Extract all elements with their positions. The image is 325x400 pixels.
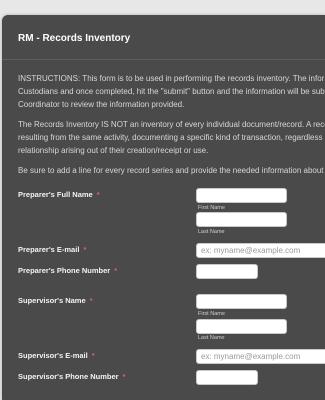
- supervisor-email-input[interactable]: [196, 349, 325, 364]
- instructions-line-1: INSTRUCTIONS: This form is to be used in…: [18, 74, 325, 83]
- preparer-name-label: Preparer's Full Name *: [18, 190, 100, 199]
- required-marker: *: [96, 190, 100, 199]
- definition-line-2: resulting from the same activity, docume…: [18, 133, 323, 142]
- definition-line-1: The Records Inventory IS NOT an inventor…: [18, 120, 325, 129]
- preparer-first-name-sublabel: First Name: [198, 205, 225, 211]
- required-marker: *: [91, 351, 95, 360]
- instructions-paragraph: INSTRUCTIONS: This form is to be used in…: [18, 72, 325, 111]
- reminder-paragraph: Be sure to add a line for every record s…: [18, 164, 324, 177]
- required-marker: *: [83, 245, 87, 254]
- supervisor-last-name-input[interactable]: [196, 319, 287, 334]
- required-marker: *: [122, 372, 126, 381]
- supervisor-name-label: Supervisor's Name *: [18, 296, 93, 305]
- preparer-phone-input[interactable]: [196, 264, 258, 279]
- reminder-line-1: Be sure to add a line for every record s…: [18, 166, 324, 175]
- preparer-email-input[interactable]: [196, 243, 325, 258]
- supervisor-email-label-text: Supervisor's E-mail: [18, 351, 88, 360]
- supervisor-phone-label-text: Supervisor's Phone Number: [18, 372, 119, 381]
- required-marker: *: [89, 296, 93, 305]
- preparer-phone-label-text: Preparer's Phone Number: [18, 266, 111, 275]
- supervisor-email-label: Supervisor's E-mail *: [18, 351, 95, 360]
- preparer-first-name-input[interactable]: [196, 188, 287, 203]
- preparer-name-label-text: Preparer's Full Name: [18, 190, 93, 199]
- form-card: RM - Records Inventory INSTRUCTIONS: Thi…: [2, 15, 325, 400]
- preparer-email-label-text: Preparer's E-mail: [18, 245, 80, 254]
- instructions-line-3: Coordinator to review the information pr…: [18, 100, 185, 109]
- supervisor-phone-label: Supervisor's Phone Number *: [18, 372, 125, 381]
- preparer-email-label: Preparer's E-mail *: [18, 245, 86, 254]
- preparer-last-name-sublabel: Last Name: [198, 229, 225, 235]
- supervisor-last-name-sublabel: Last Name: [198, 335, 225, 341]
- form-title: RM - Records Inventory: [18, 33, 131, 44]
- instructions-line-2: Custodians and once completed, hit the "…: [18, 87, 325, 96]
- definition-line-3: relationship arising out of their creati…: [18, 146, 209, 155]
- supervisor-name-label-text: Supervisor's Name: [18, 296, 86, 305]
- required-marker: *: [114, 266, 118, 275]
- definition-paragraph: The Records Inventory IS NOT an inventor…: [18, 118, 325, 157]
- supervisor-first-name-sublabel: First Name: [198, 311, 225, 317]
- header-divider: [2, 59, 325, 60]
- supervisor-first-name-input[interactable]: [196, 294, 287, 309]
- supervisor-phone-input[interactable]: [196, 370, 258, 385]
- preparer-last-name-input[interactable]: [196, 212, 287, 227]
- preparer-phone-label: Preparer's Phone Number *: [18, 266, 117, 275]
